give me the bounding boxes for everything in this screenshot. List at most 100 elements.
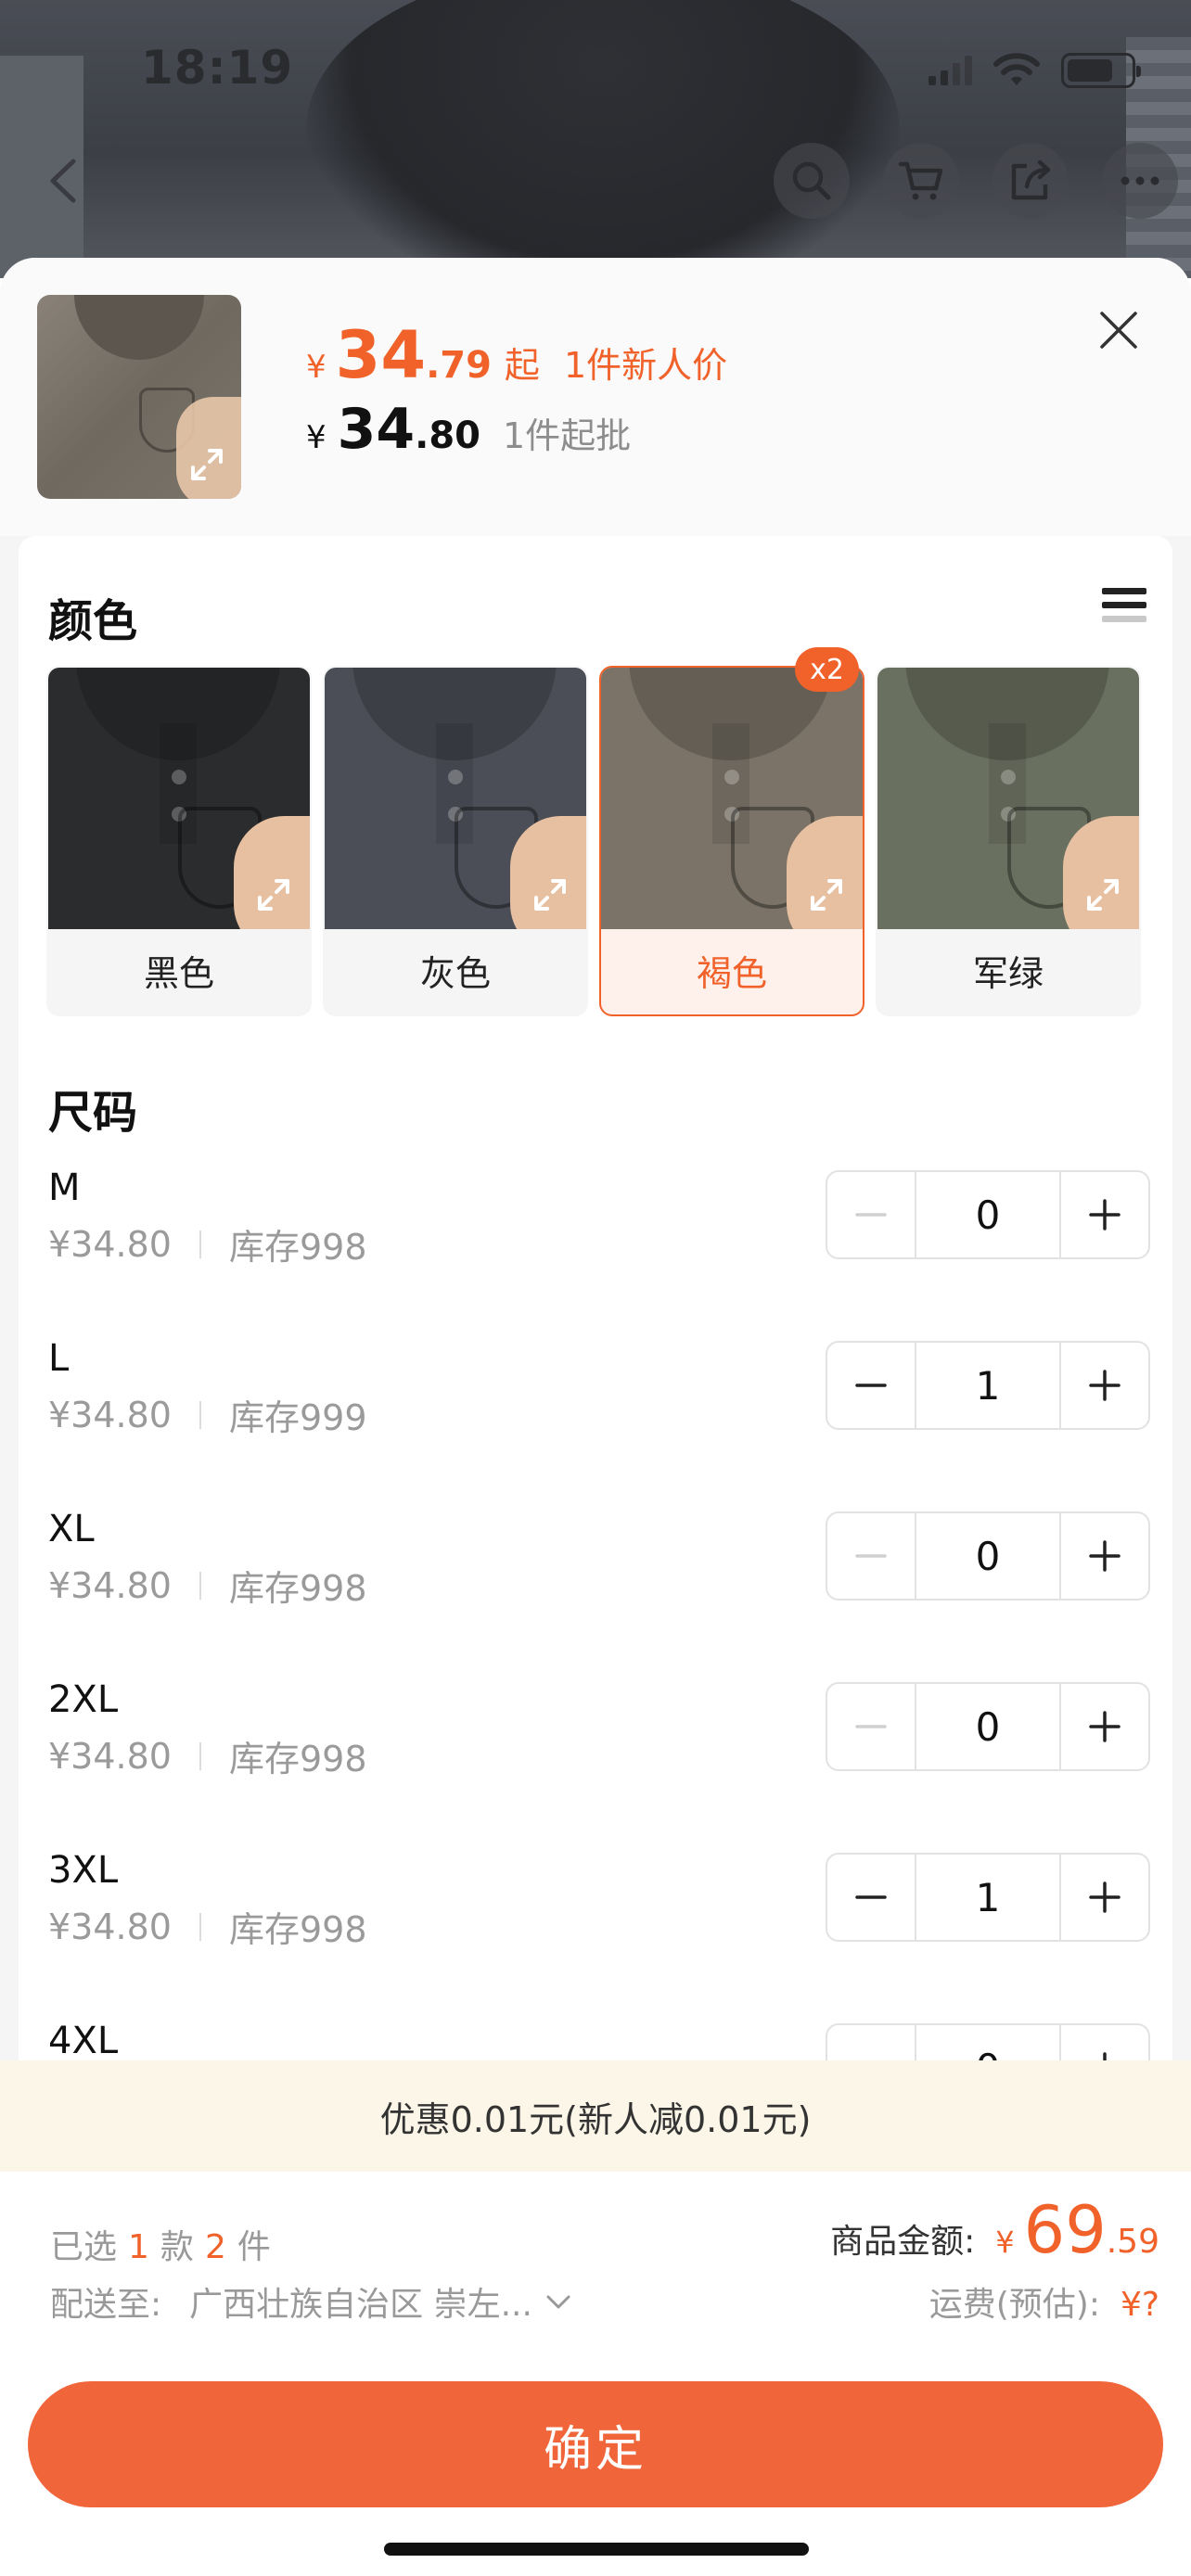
size-price: ¥34.80	[48, 1564, 172, 1606]
minus-icon	[855, 1554, 887, 1558]
minus-icon	[855, 1895, 887, 1899]
size-price: ¥34.80	[48, 1223, 172, 1265]
sku-selector-sheet: ¥ 34 .79 起 1件新人价 ¥ 34 .80 1件起批 颜色 黑色 灰色 褐色…	[0, 258, 1191, 2576]
battery-icon	[1061, 53, 1141, 88]
color-option[interactable]: 军绿	[876, 666, 1141, 1016]
minus-icon	[855, 1213, 887, 1217]
close-button[interactable]	[1095, 306, 1143, 354]
selection-summary: 已选 1 款 2 件	[50, 2220, 271, 2268]
quantity-value[interactable]: 0	[915, 1513, 1061, 1599]
signal-icon	[928, 56, 972, 85]
divider	[198, 1230, 201, 1258]
size-name: 4XL	[48, 2020, 119, 2062]
increase-button[interactable]	[1061, 1513, 1148, 1599]
list-view-toggle-icon[interactable]	[1102, 588, 1146, 632]
share-button[interactable]	[992, 143, 1069, 219]
color-section-title: 颜色	[48, 595, 138, 647]
decrease-button[interactable]	[827, 1684, 915, 1769]
decrease-button[interactable]	[827, 1172, 915, 1257]
freight-label: 运费(预估):	[928, 2286, 1100, 2324]
more-icon	[1121, 176, 1159, 185]
back-icon[interactable]	[41, 158, 87, 204]
shipping-destination[interactable]: 配送至: 广西壮族自治区 崇左...	[50, 2277, 573, 2326]
size-name: XL	[48, 1508, 95, 1550]
divider	[198, 1912, 201, 1941]
goods-amount: 商品金额: ¥ 69 .59	[830, 2192, 1159, 2268]
price-decimal: .79	[426, 344, 492, 387]
color-option-label: 黑色	[143, 952, 214, 994]
price-integer: 34	[335, 317, 427, 393]
decrease-button[interactable]	[827, 1513, 915, 1599]
decrease-button[interactable]	[827, 1855, 915, 1940]
more-button[interactable]	[1102, 143, 1178, 219]
price-suffix: 起	[504, 345, 540, 386]
styles-unit: 款	[160, 2228, 194, 2266]
plus-icon	[1089, 1711, 1121, 1742]
ship-label: 配送至:	[50, 2286, 162, 2324]
expand-icon[interactable]	[805, 874, 848, 916]
decrease-button[interactable]	[827, 1343, 915, 1428]
quantity-stepper: 1	[826, 1853, 1150, 1942]
increase-button[interactable]	[1061, 1172, 1148, 1257]
top-nav-actions	[774, 143, 1178, 219]
status-time: 18:19	[141, 41, 294, 95]
size-row: XL ¥34.80 库存998 0	[19, 1508, 1172, 1678]
size-meta: ¥34.80 库存998	[48, 1218, 367, 1269]
size-name: M	[48, 1167, 81, 1209]
order-footer: 已选 1 款 2 件 配送至: 广西壮族自治区 崇左... 商品金额: ¥ 69 .59…	[0, 2172, 1191, 2576]
price-integer: 34	[337, 397, 416, 462]
price-decimal: .80	[415, 414, 480, 457]
color-option[interactable]: 黑色	[46, 666, 312, 1016]
selected-pieces-count: 2	[204, 2228, 226, 2266]
size-stock: 库存998	[228, 1568, 367, 1609]
cart-button[interactable]	[883, 143, 959, 219]
quantity-stepper: 0	[826, 1682, 1150, 1771]
color-option[interactable]: 灰色	[323, 666, 588, 1016]
quantity-stepper: 0	[826, 1511, 1150, 1600]
share-icon	[1011, 159, 1051, 200]
ship-address: 广西壮族自治区 崇左...	[189, 2286, 532, 2324]
options-panel: 颜色 黑色 灰色 褐色 x2 军绿 尺码 M ¥34.80 库存998 0 L ¥34.80 库存9…	[19, 536, 1172, 2316]
color-option-label: 军绿	[972, 952, 1044, 994]
quantity-value[interactable]: 1	[915, 1855, 1061, 1940]
product-thumbnail[interactable]	[37, 295, 241, 499]
amount-decimal: .59	[1106, 2223, 1159, 2261]
new-user-price: ¥ 34 .79 起 1件新人价	[306, 317, 727, 393]
wifi-icon	[993, 53, 1040, 85]
size-meta: ¥34.80 库存999	[48, 1389, 367, 1440]
quantity-value[interactable]: 1	[915, 1343, 1061, 1428]
size-row: 3XL ¥34.80 库存998 1	[19, 1849, 1172, 2020]
search-button[interactable]	[774, 143, 850, 219]
increase-button[interactable]	[1061, 1855, 1148, 1940]
expand-icon[interactable]	[1082, 874, 1124, 916]
size-row: M ¥34.80 库存998 0	[19, 1167, 1172, 1337]
quantity-value[interactable]: 0	[915, 1684, 1061, 1769]
currency-symbol: ¥	[306, 349, 327, 386]
minus-icon	[855, 1725, 887, 1728]
size-meta: ¥34.80 库存998	[48, 1730, 367, 1781]
cart-icon	[898, 161, 943, 200]
new-user-price-tag: 1件新人价	[563, 345, 728, 386]
wholesale-price: ¥ 34 .80 1件起批	[306, 397, 631, 462]
selected-prefix: 已选	[50, 2228, 118, 2266]
increase-button[interactable]	[1061, 1343, 1148, 1428]
quantity-stepper: 0	[826, 1170, 1150, 1259]
color-option[interactable]: 褐色 x2	[599, 647, 864, 1016]
size-stock: 库存998	[228, 1227, 367, 1268]
status-bar: 18:19	[0, 0, 1191, 139]
size-meta: ¥34.80 库存998	[48, 1901, 367, 1952]
minus-icon	[855, 1384, 887, 1387]
confirm-button[interactable]: 确定	[28, 2381, 1163, 2507]
divider	[198, 1741, 201, 1770]
discount-banner: 优惠0.01元(新人减0.01元)	[0, 2060, 1191, 2172]
color-option-label: 灰色	[419, 952, 491, 994]
size-row: L ¥34.80 库存999 1	[19, 1337, 1172, 1508]
expand-icon[interactable]	[529, 874, 571, 916]
amount-integer: 69	[1023, 2192, 1107, 2268]
expand-icon[interactable]	[252, 874, 295, 916]
increase-button[interactable]	[1061, 1684, 1148, 1769]
quantity-value[interactable]: 0	[915, 1172, 1061, 1257]
status-icons	[928, 52, 1141, 89]
sheet-header: ¥ 34 .79 起 1件新人价 ¥ 34 .80 1件起批	[0, 258, 1191, 536]
plus-icon	[1089, 1370, 1121, 1401]
